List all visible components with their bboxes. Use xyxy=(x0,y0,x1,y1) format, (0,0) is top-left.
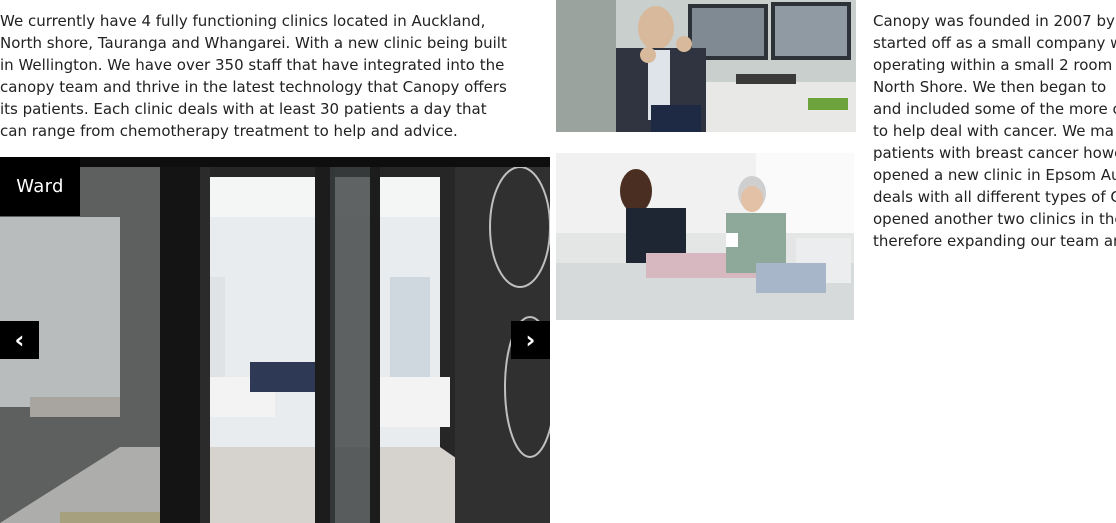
paragraph-line: operating within a small 2 room xyxy=(873,56,1113,74)
paragraph-line: North Shore. We then began to xyxy=(873,78,1107,96)
paragraph-line: can range from chemotherapy treatment to… xyxy=(0,122,458,140)
paragraph-line: North shore, Tauranga and Whangarei. Wit… xyxy=(0,34,507,52)
chevron-right-icon: › xyxy=(525,326,536,354)
paragraph-line: opened a new clinic in Epsom Au xyxy=(873,166,1116,184)
paragraph-line: We currently have 4 fully functioning cl… xyxy=(0,12,486,30)
slide-caption: Ward xyxy=(0,157,80,216)
previous-slide-button[interactable]: ‹ xyxy=(0,321,39,359)
paragraph-line: therefore expanding our team an xyxy=(873,232,1116,250)
doctor-photo xyxy=(556,0,856,132)
paragraph-line: and included some of the more c xyxy=(873,100,1116,118)
paragraph-line: opened another two clinics in the xyxy=(873,210,1116,228)
paragraph-line: in Wellington. We have over 350 staff th… xyxy=(0,56,505,74)
ward-slideshow: Ward ‹ › xyxy=(0,157,550,523)
clinics-paragraph: We currently have 4 fully functioning cl… xyxy=(0,10,507,142)
next-slide-button[interactable]: › xyxy=(511,321,550,359)
history-paragraph: Canopy was founded in 2007 by started of… xyxy=(873,10,1116,252)
paragraph-line: canopy team and thrive in the latest tec… xyxy=(0,78,507,96)
paragraph-line: Canopy was founded in 2007 by xyxy=(873,12,1115,30)
ward-slide-image xyxy=(0,157,550,523)
chevron-left-icon: ‹ xyxy=(14,326,25,354)
paragraph-line: started off as a small company w xyxy=(873,34,1116,52)
patients-photo xyxy=(556,153,854,320)
paragraph-line: to help deal with cancer. We ma xyxy=(873,122,1114,140)
paragraph-line: patients with breast cancer howe xyxy=(873,144,1116,162)
paragraph-line: its patients. Each clinic deals with at … xyxy=(0,100,487,118)
paragraph-line: deals with all different types of C xyxy=(873,188,1116,206)
